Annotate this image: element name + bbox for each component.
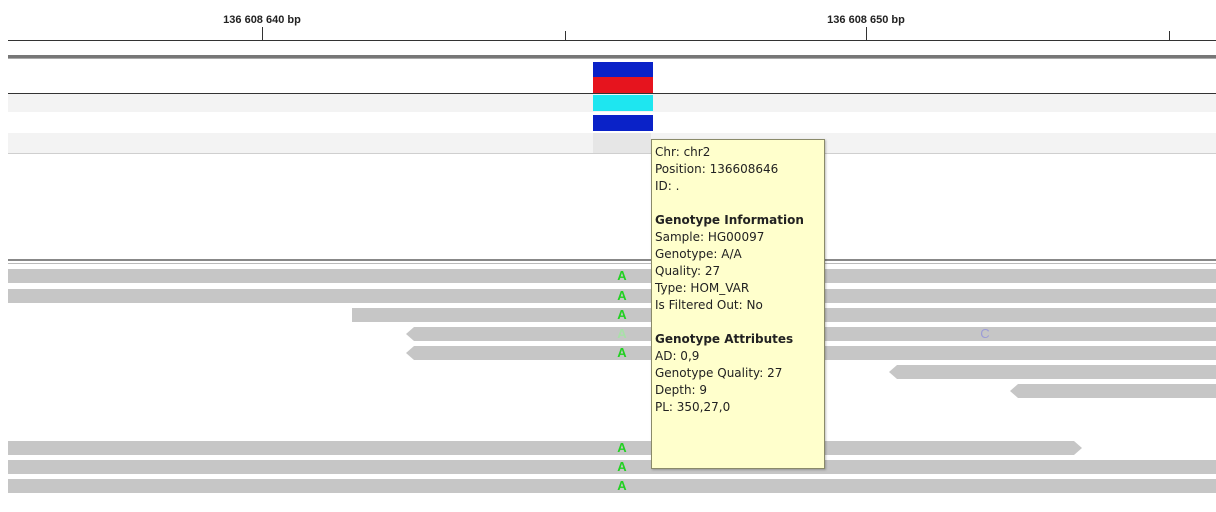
track-divider bbox=[8, 58, 1216, 59]
genotype-tooltip: Chr: chr2 Position: 136608646 ID: . Geno… bbox=[651, 139, 825, 469]
tooltip-genotype-attrs-header: Genotype Attributes bbox=[655, 332, 794, 346]
mismatch-base: A bbox=[617, 478, 627, 493]
track-divider bbox=[8, 263, 1216, 264]
tooltip-position: Position: 136608646 bbox=[655, 162, 779, 176]
mismatch-base-c: C bbox=[980, 326, 990, 341]
aligned-read[interactable] bbox=[8, 460, 1216, 474]
mismatch-base: A bbox=[617, 268, 627, 283]
genotype-homvar-blue[interactable] bbox=[593, 115, 653, 131]
tooltip-depth: Depth: 9 bbox=[655, 383, 708, 397]
aligned-read[interactable] bbox=[8, 269, 1216, 283]
tooltip-sample: Sample: HG00097 bbox=[655, 230, 765, 244]
aligned-read-forward[interactable] bbox=[8, 441, 1082, 455]
ruler-baseline bbox=[8, 40, 1216, 41]
aligned-read-reverse[interactable] bbox=[889, 365, 1216, 379]
tooltip-id: ID: . bbox=[655, 179, 680, 193]
tooltip-quality: Quality: 27 bbox=[655, 264, 721, 278]
aligned-read[interactable] bbox=[8, 289, 1216, 303]
tooltip-type: Type: HOM_VAR bbox=[655, 281, 750, 295]
track-divider bbox=[8, 259, 1216, 261]
variant-row-separator bbox=[8, 93, 1216, 94]
tooltip-pl: PL: 350,27,0 bbox=[655, 400, 731, 414]
mismatch-base: A bbox=[617, 345, 627, 360]
aligned-read-reverse[interactable] bbox=[1010, 384, 1216, 398]
mismatch-base: A bbox=[617, 459, 627, 474]
genotype-cell-hover[interactable] bbox=[593, 133, 651, 153]
mismatch-base: A bbox=[617, 440, 627, 455]
variant-allele-freq-blue[interactable] bbox=[593, 62, 653, 78]
ruler-major-tick bbox=[866, 27, 867, 41]
ruler-label-640: 136 608 640 bp bbox=[223, 14, 301, 26]
aligned-read[interactable] bbox=[8, 479, 1216, 493]
mismatch-base-lowqual: A bbox=[617, 326, 627, 341]
tooltip-chr: Chr: chr2 bbox=[655, 145, 711, 159]
mismatch-base: A bbox=[617, 307, 627, 322]
tooltip-ad: AD: 0,9 bbox=[655, 349, 700, 363]
genotype-het-cyan[interactable] bbox=[593, 95, 653, 111]
tooltip-spacer bbox=[655, 314, 821, 331]
mismatch-base: A bbox=[617, 288, 627, 303]
ruler-major-tick bbox=[262, 27, 263, 41]
tooltip-spacer bbox=[655, 195, 821, 212]
ruler-label-650: 136 608 650 bp bbox=[827, 14, 905, 26]
tooltip-filtered: Is Filtered Out: No bbox=[655, 298, 763, 312]
track-divider bbox=[8, 153, 1216, 154]
tooltip-genotype-quality: Genotype Quality: 27 bbox=[655, 366, 783, 380]
tooltip-genotype-info-header: Genotype Information bbox=[655, 213, 804, 227]
variant-allele-freq-red[interactable] bbox=[593, 77, 653, 93]
tooltip-genotype: Genotype: A/A bbox=[655, 247, 742, 261]
